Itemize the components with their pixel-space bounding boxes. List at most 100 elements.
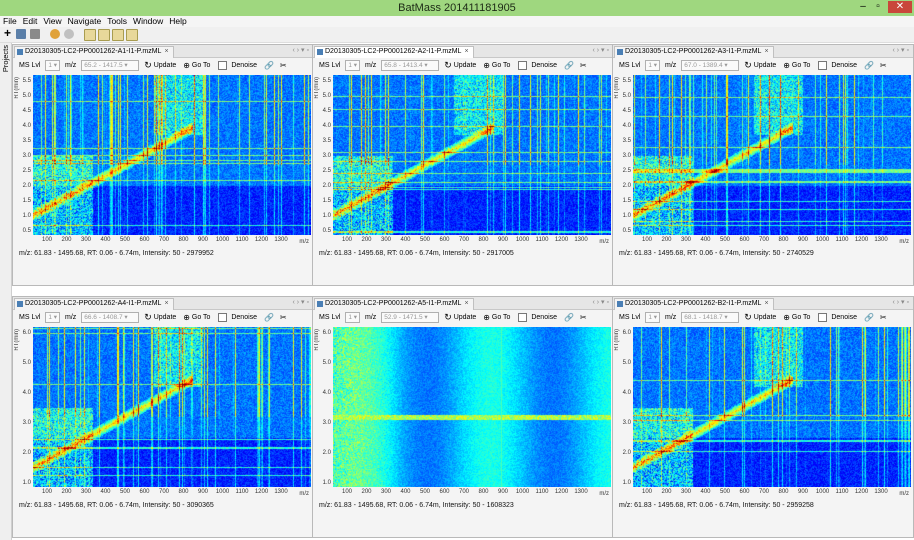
ms-level-select[interactable]: 1 ▾: [45, 312, 61, 323]
tab-nav-icons[interactable]: ‹ › ▾ ▫: [893, 298, 910, 306]
minimize-icon[interactable]: –: [856, 1, 870, 13]
unlink-icon[interactable]: ✂: [580, 312, 587, 323]
update-button[interactable]: Update: [454, 312, 477, 323]
close-tab-icon[interactable]: ×: [464, 300, 468, 307]
file-tab[interactable]: D20130305-LC2-PP0001262-B2-I1-P.mzML ×: [614, 298, 774, 310]
close-tab-icon[interactable]: ×: [464, 48, 468, 55]
save-icon[interactable]: [30, 29, 40, 39]
spectrum-heatmap[interactable]: [333, 75, 611, 235]
layout-grid-icon[interactable]: [112, 29, 124, 41]
tab-nav-icons[interactable]: ‹ › ▾ ▫: [293, 298, 310, 306]
mz-range-select[interactable]: 67.0 - 1389.4 ▾: [681, 60, 740, 71]
ms-level-select[interactable]: 1 ▾: [645, 60, 661, 71]
unlink-icon[interactable]: ✂: [280, 60, 287, 71]
denoise-checkbox[interactable]: [818, 313, 828, 322]
unlink-icon[interactable]: ✂: [880, 312, 887, 323]
update-button[interactable]: Update: [754, 60, 777, 71]
zoom-icon[interactable]: ⊕: [183, 312, 190, 323]
spectrum-heatmap[interactable]: [333, 327, 611, 487]
update-button[interactable]: Update: [154, 312, 177, 323]
undo-icon[interactable]: [50, 29, 60, 39]
menu-tools[interactable]: Tools: [104, 16, 130, 27]
spectrum-heatmap[interactable]: [633, 75, 911, 235]
close-tab-icon[interactable]: ×: [164, 48, 168, 55]
refresh-icon[interactable]: ↻: [744, 312, 752, 323]
zoom-icon[interactable]: ⊕: [183, 60, 190, 71]
link-icon[interactable]: 🔗: [564, 60, 574, 71]
redo-icon[interactable]: [64, 29, 74, 39]
menu-edit[interactable]: Edit: [20, 16, 41, 27]
goto-button[interactable]: Go To: [492, 60, 511, 71]
link-icon[interactable]: 🔗: [264, 60, 274, 71]
mz-range-select[interactable]: 65.2 - 1417.5 ▾: [81, 60, 140, 71]
unlink-icon[interactable]: ✂: [280, 312, 287, 323]
close-tab-icon[interactable]: ×: [764, 300, 768, 307]
unlink-icon[interactable]: ✂: [580, 60, 587, 71]
refresh-icon[interactable]: ↻: [444, 312, 452, 323]
projects-tab-label[interactable]: Projects: [1, 45, 10, 72]
file-tab[interactable]: D20130305-LC2-PP0001262-A4-I1-P.mzML ×: [14, 298, 174, 310]
tab-nav-icons[interactable]: ‹ › ▾ ▫: [293, 46, 310, 54]
open-project-icon[interactable]: [16, 29, 26, 39]
link-icon[interactable]: 🔗: [864, 60, 874, 71]
ms-level-select[interactable]: 1 ▾: [345, 60, 361, 71]
denoise-checkbox[interactable]: [218, 313, 228, 322]
file-tab[interactable]: D20130305-LC2-PP0001262-A1-I1-P.mzML ×: [14, 46, 174, 58]
menu-help[interactable]: Help: [166, 16, 189, 27]
ms-level-select[interactable]: 1 ▾: [345, 312, 361, 323]
mz-range-select[interactable]: 68.1 - 1418.7 ▾: [681, 312, 740, 323]
menu-view[interactable]: View: [40, 16, 64, 27]
unlink-icon[interactable]: ✂: [880, 60, 887, 71]
zoom-icon[interactable]: ⊕: [783, 60, 790, 71]
goto-button[interactable]: Go To: [792, 60, 811, 71]
projects-sidebar[interactable]: Projects: [0, 43, 12, 540]
denoise-checkbox[interactable]: [518, 61, 528, 70]
file-tab[interactable]: D20130305-LC2-PP0001262-A5-I1-P.mzML ×: [314, 298, 474, 310]
update-button[interactable]: Update: [154, 60, 177, 71]
zoom-icon[interactable]: ⊕: [483, 312, 490, 323]
denoise-checkbox[interactable]: [818, 61, 828, 70]
refresh-icon[interactable]: ↻: [444, 60, 452, 71]
close-tab-icon[interactable]: ×: [764, 48, 768, 55]
refresh-icon[interactable]: ↻: [744, 60, 752, 71]
close-window-icon[interactable]: ✕: [888, 1, 912, 13]
mz-range-select[interactable]: 66.6 - 1408.7 ▾: [81, 312, 140, 323]
tab-nav-icons[interactable]: ‹ › ▾ ▫: [593, 46, 610, 54]
file-tab[interactable]: D20130305-LC2-PP0001262-A2-I1-P.mzML ×: [314, 46, 474, 58]
mz-range-select[interactable]: 65.8 - 1413.4 ▾: [381, 60, 440, 71]
maximize-icon[interactable]: ▫: [870, 1, 886, 13]
link-icon[interactable]: 🔗: [564, 312, 574, 323]
menu-navigate[interactable]: Navigate: [65, 16, 105, 27]
update-button[interactable]: Update: [754, 312, 777, 323]
layout-single-icon[interactable]: [126, 29, 138, 41]
goto-button[interactable]: Go To: [492, 312, 511, 323]
denoise-checkbox[interactable]: [518, 313, 528, 322]
new-icon[interactable]: +: [4, 27, 14, 39]
spectrum-heatmap[interactable]: [33, 327, 311, 487]
link-icon[interactable]: 🔗: [864, 312, 874, 323]
file-tab[interactable]: D20130305-LC2-PP0001262-A3-I1-P.mzML ×: [614, 46, 774, 58]
denoise-checkbox[interactable]: [218, 61, 228, 70]
refresh-icon[interactable]: ↻: [144, 60, 152, 71]
layout-columns-icon[interactable]: [84, 29, 96, 41]
mz-range-select[interactable]: 52.9 - 1471.5 ▾: [381, 312, 440, 323]
zoom-icon[interactable]: ⊕: [483, 60, 490, 71]
spectrum-heatmap[interactable]: [33, 75, 311, 235]
layout-rows-icon[interactable]: [98, 29, 110, 41]
goto-button[interactable]: Go To: [792, 312, 811, 323]
tab-nav-icons[interactable]: ‹ › ▾ ▫: [893, 46, 910, 54]
refresh-icon[interactable]: ↻: [144, 312, 152, 323]
y-tick-label: 5.5: [622, 78, 631, 84]
link-icon[interactable]: 🔗: [264, 312, 274, 323]
spectrum-heatmap[interactable]: [633, 327, 911, 487]
menu-window[interactable]: Window: [130, 16, 166, 27]
rt-axis-unit: RT(min): [314, 329, 320, 351]
update-button[interactable]: Update: [454, 60, 477, 71]
ms-level-select[interactable]: 1 ▾: [645, 312, 661, 323]
close-tab-icon[interactable]: ×: [164, 300, 168, 307]
tab-nav-icons[interactable]: ‹ › ▾ ▫: [593, 298, 610, 306]
goto-button[interactable]: Go To: [192, 60, 211, 71]
goto-button[interactable]: Go To: [192, 312, 211, 323]
zoom-icon[interactable]: ⊕: [783, 312, 790, 323]
ms-level-select[interactable]: 1 ▾: [45, 60, 61, 71]
